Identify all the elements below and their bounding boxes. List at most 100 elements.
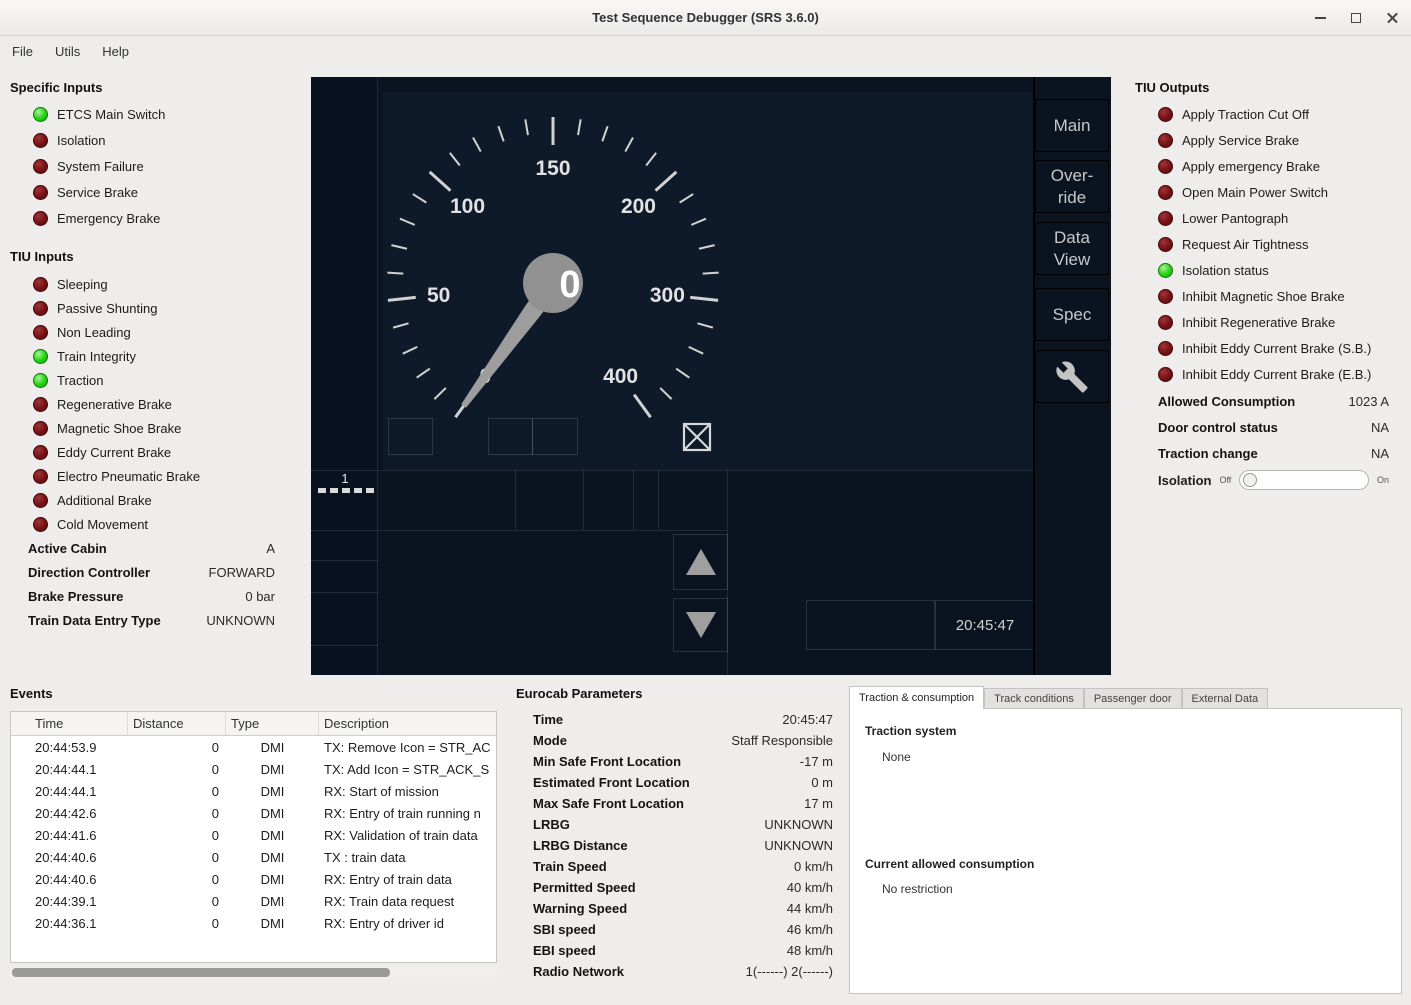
eurocab-value: 46 km/h [787,922,833,937]
event-row[interactable]: 20:44:40.6 0 DMI TX : train data [11,846,496,868]
input-led-row[interactable]: Magnetic Shoe Brake [33,416,200,440]
output-led-row: Inhibit Magnetic Shoe Brake [1158,283,1371,309]
led-indicator-icon [33,325,48,340]
eurocab-label: Train Speed [533,859,607,874]
event-distance: 0 [128,758,226,780]
input-led-row[interactable]: Additional Brake [33,488,200,512]
input-led-row[interactable]: Regenerative Brake [33,392,200,416]
input-led-row[interactable]: System Failure [33,153,165,179]
output-led-row: Request Air Tightness [1158,231,1371,257]
maximize-icon [1351,13,1361,23]
eurocab-value: 20:45:47 [782,712,833,727]
led-indicator-icon [33,469,48,484]
menu-item[interactable]: File [12,44,33,59]
event-row[interactable]: 20:44:39.1 0 DMI RX: Train data request [11,890,496,912]
eurocab-value: 48 km/h [787,943,833,958]
maximize-button[interactable] [1347,9,1365,27]
input-led-row[interactable]: Eddy Current Brake [33,440,200,464]
led-indicator-icon [1158,107,1173,122]
dmi-settings-button[interactable] [1035,350,1109,403]
tab[interactable]: Track conditions [984,688,1084,709]
tab[interactable]: Traction & consumption [849,686,984,709]
eurocab-label: Mode [533,733,567,748]
svg-text:300: 300 [650,284,685,307]
dmi-button-label-line1: Data [1054,227,1090,248]
input-led-row[interactable]: ETCS Main Switch [33,101,165,127]
event-time: 20:44:40.6 [11,868,128,890]
window-controls [1311,0,1401,36]
dmi-button-label-line2: View [1054,249,1091,270]
dmi-menu-button[interactable]: Over- ride [1035,160,1109,213]
output-led-row: Lower Pantograph [1158,205,1371,231]
close-button[interactable] [1383,9,1401,27]
event-row[interactable]: 20:44:42.6 0 DMI RX: Entry of train runn… [11,802,496,824]
input-led-row[interactable]: Sleeping [33,272,200,296]
dmi-menu-button[interactable]: Data View [1035,222,1109,275]
led-label: Emergency Brake [57,211,160,226]
scrollbar-thumb[interactable] [12,968,390,977]
event-description: RX: Entry of train running n [319,802,496,824]
led-indicator-icon [33,373,48,388]
scroll-down-button[interactable] [673,598,728,652]
event-row[interactable]: 20:44:44.1 0 DMI RX: Start of mission [11,780,496,802]
eurocab-row: LRBG Distance UNKNOWN [533,835,833,856]
scroll-up-button[interactable] [673,534,728,590]
menu-item[interactable]: Help [102,44,129,59]
input-led-row[interactable]: Train Integrity [33,344,200,368]
eurocab-row: Radio Network 1(------) 2(------) [533,961,833,982]
input-led-row[interactable]: Isolation [33,127,165,153]
event-type: DMI [226,824,319,846]
column-header-time[interactable]: Time [11,712,128,736]
input-led-row[interactable]: Electro Pneumatic Brake [33,464,200,488]
led-indicator-icon [1158,159,1173,174]
input-led-row[interactable]: Non Leading [33,320,200,344]
input-led-row[interactable]: Cold Movement [33,512,200,536]
event-row[interactable]: 20:44:41.6 0 DMI RX: Validation of train… [11,824,496,846]
event-type: DMI [226,780,319,802]
output-value-row: Traction change NA [1158,440,1389,466]
events-horizontal-scrollbar[interactable] [10,966,497,979]
eurocab-value: Staff Responsible [731,733,833,748]
event-row[interactable]: 20:44:53.9 0 DMI TX: Remove Icon = STR_A… [11,736,496,758]
tab[interactable]: Passenger door [1084,688,1182,709]
led-label: Service Brake [57,185,138,200]
led-indicator-icon [33,133,48,148]
up-arrow-icon [686,549,716,575]
minimize-button[interactable] [1311,9,1329,27]
tiu-inputs-list: Sleeping Passive Shunting Non Leading Tr… [33,272,200,536]
isolation-slider[interactable] [1239,470,1369,490]
led-indicator-icon [33,107,48,122]
event-row[interactable]: 20:44:40.6 0 DMI RX: Entry of train data [11,868,496,890]
down-arrow-icon [686,612,716,638]
led-indicator-icon [1158,263,1173,278]
event-type: DMI [226,912,319,934]
dmi-menu-button[interactable]: Spec [1035,288,1109,341]
menu-item[interactable]: Utils [55,44,80,59]
input-led-row[interactable]: Emergency Brake [33,205,165,231]
eurocab-label: LRBG Distance [533,838,628,853]
event-time: 20:44:40.6 [11,846,128,868]
crossed-box-icon [681,421,713,453]
slider-knob[interactable] [1243,473,1257,487]
input-led-row[interactable]: Service Brake [33,179,165,205]
event-row[interactable]: 20:44:36.1 0 DMI RX: Entry of driver id [11,912,496,934]
svg-text:50: 50 [427,284,450,307]
input-led-row[interactable]: Traction [33,368,200,392]
dmi-menu-button[interactable]: Main [1035,99,1109,152]
dmi-button-label-line1: Main [1054,115,1091,136]
led-label: Apply Service Brake [1182,133,1299,148]
input-led-row[interactable]: Passive Shunting [33,296,200,320]
tab[interactable]: External Data [1182,688,1269,709]
svg-text:100: 100 [450,195,485,218]
led-indicator-icon [1158,315,1173,330]
tab-content: Traction system None Current allowed con… [849,708,1402,994]
column-header-type[interactable]: Type [226,712,319,736]
output-led-row: Inhibit Eddy Current Brake (E.B.) [1158,361,1371,387]
led-indicator-icon [33,185,48,200]
event-row[interactable]: 20:44:44.1 0 DMI TX: Add Icon = STR_ACK_… [11,758,496,780]
grid-line [311,530,727,531]
column-header-distance[interactable]: Distance [128,712,226,736]
led-indicator-icon [33,159,48,174]
column-header-description[interactable]: Description [319,712,496,736]
consumption-value: No restriction [882,882,953,896]
